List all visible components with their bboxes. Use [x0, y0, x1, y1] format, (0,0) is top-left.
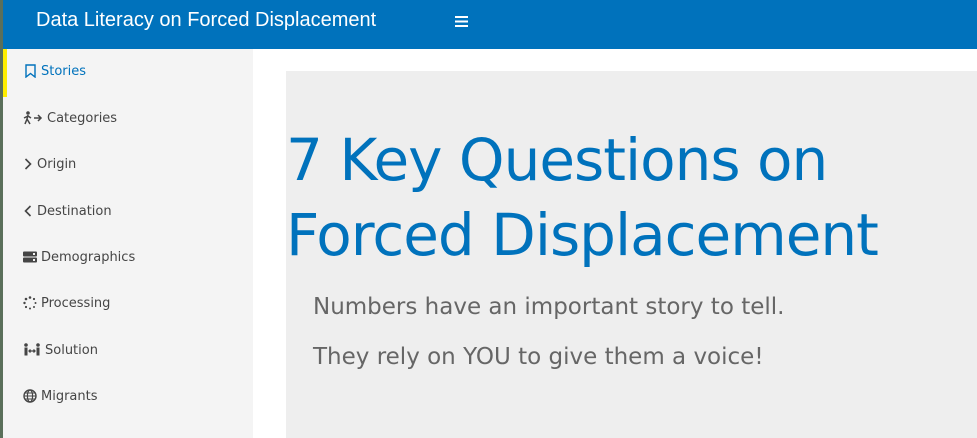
subtitle-line-1: Numbers have an important story to tell. — [313, 294, 785, 320]
sidebar-item-label: Processing — [41, 295, 111, 311]
sidebar-item-solution[interactable]: Solution — [3, 328, 253, 372]
app-root: Data Literacy on Forced Displacement Sto… — [0, 0, 977, 438]
bookmark-icon — [23, 64, 37, 78]
globe-icon — [23, 389, 37, 403]
sidebar-item-demographics[interactable]: Demographics — [3, 235, 253, 279]
people-arrows-icon — [23, 343, 41, 357]
subtitle-line-2: They rely on YOU to give them a voice! — [313, 344, 764, 370]
sidebar-item-migrants[interactable]: Migrants — [3, 374, 253, 418]
top-navbar: Data Literacy on Forced Displacement — [3, 0, 977, 49]
sidebar-item-label: Demographics — [41, 249, 136, 265]
sidebar-item-stories[interactable]: Stories — [3, 49, 253, 97]
hero-panel: 7 Key Questions on Forced Displacement N… — [286, 71, 977, 438]
sidebar-item-label: Origin — [37, 156, 77, 172]
sidebar: Stories Categories Origin Destination De… — [3, 49, 253, 438]
chevron-right-icon — [23, 157, 33, 171]
sidebar-item-label: Stories — [41, 63, 87, 79]
spinner-icon — [23, 296, 37, 310]
sidebar-item-destination[interactable]: Destination — [3, 189, 253, 233]
main-content: 7 Key Questions on Forced Displacement N… — [253, 49, 977, 438]
sidebar-item-label: Categories — [47, 110, 118, 126]
app-title: Data Literacy on Forced Displacement — [36, 9, 377, 31]
server-icon — [23, 250, 37, 264]
page-title: 7 Key Questions on Forced Displacement — [286, 123, 977, 273]
sidebar-item-label: Migrants — [41, 388, 98, 404]
person-arrow-icon — [23, 111, 43, 125]
sidebar-item-processing[interactable]: Processing — [3, 281, 253, 325]
page-title-line-2: Forced Displacement — [286, 201, 879, 269]
sidebar-item-label: Destination — [37, 203, 112, 219]
hamburger-icon[interactable] — [455, 15, 468, 28]
sidebar-item-categories[interactable]: Categories — [3, 96, 253, 140]
active-marker — [3, 49, 7, 97]
sidebar-item-origin[interactable]: Origin — [3, 142, 253, 186]
page-title-line-1: 7 Key Questions on — [286, 126, 828, 194]
chevron-left-icon — [23, 204, 33, 218]
sidebar-item-label: Solution — [45, 342, 98, 358]
